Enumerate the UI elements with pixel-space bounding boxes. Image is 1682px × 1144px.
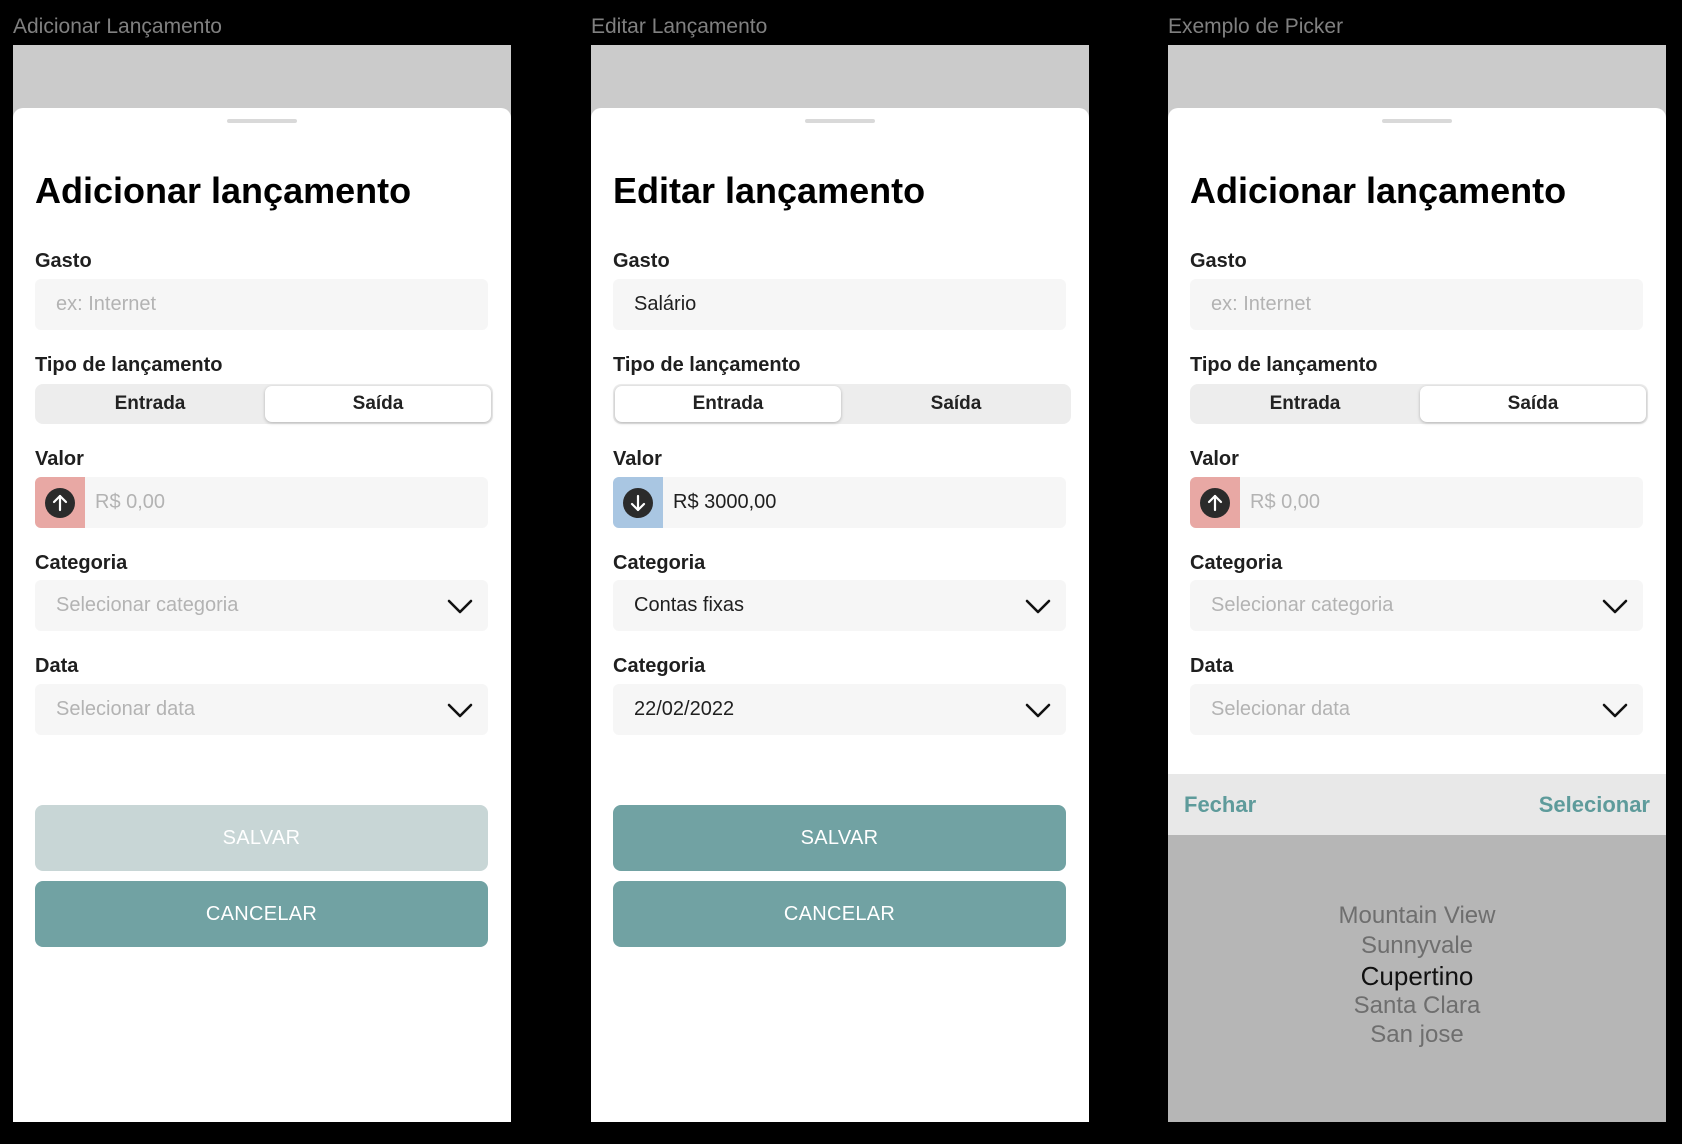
frame-label: Exemplo de Picker bbox=[1168, 15, 1344, 38]
tipo-label: Tipo de lançamento bbox=[35, 354, 223, 376]
picker-toolbar: Fechar Selecionar bbox=[1168, 774, 1666, 835]
data-value: 22/02/2022 bbox=[634, 698, 735, 720]
sheet-title: Adicionar lançamento bbox=[35, 170, 412, 211]
sheet-drag-handle[interactable] bbox=[1382, 119, 1452, 123]
picker-option[interactable]: San jose bbox=[1168, 1021, 1666, 1049]
valor-type-indicator[interactable] bbox=[1190, 477, 1240, 528]
valor-type-indicator[interactable] bbox=[35, 477, 85, 528]
gasto-placeholder: ex: Internet bbox=[1211, 293, 1312, 315]
picker-select-button[interactable]: Selecionar bbox=[1539, 774, 1650, 835]
segment-saida[interactable]: Saída bbox=[265, 386, 491, 422]
data-select[interactable]: 22/02/2022 bbox=[613, 684, 1066, 735]
gasto-input[interactable]: ex: Internet bbox=[1190, 279, 1643, 330]
data-label: Data bbox=[1190, 655, 1234, 677]
chevron-down-icon bbox=[1025, 599, 1051, 614]
gasto-label: Gasto bbox=[35, 250, 92, 272]
categoria-label: Categoria bbox=[1190, 552, 1283, 574]
segment-entrada[interactable]: Entrada bbox=[615, 386, 841, 422]
tipo-segmented-control: Entrada Saída bbox=[1190, 384, 1648, 424]
tipo-segmented-control: Entrada Saída bbox=[613, 384, 1071, 424]
picker-option[interactable]: Sunnyvale bbox=[1168, 932, 1666, 960]
cancel-button[interactable]: CANCELAR bbox=[35, 881, 488, 947]
picker-option[interactable]: Santa Clara bbox=[1168, 992, 1666, 1020]
bottom-sheet: Editar lançamento Gasto Salário Tipo de lan… bbox=[591, 108, 1089, 1122]
chevron-down-icon bbox=[1602, 599, 1628, 614]
categoria-select[interactable]: Contas fixas bbox=[613, 580, 1066, 631]
valor-type-indicator[interactable] bbox=[613, 477, 663, 528]
bottom-sheet: Adicionar lançamento Gasto ex: Internet Tip… bbox=[13, 108, 511, 1122]
phone-screen: Adicionar lançamento Gasto ex: Internet Tip… bbox=[1168, 45, 1666, 1122]
data-select[interactable]: Selecionar data bbox=[35, 684, 488, 735]
chevron-down-icon bbox=[447, 703, 473, 718]
gasto-label: Gasto bbox=[613, 250, 670, 272]
valor-label: Valor bbox=[1190, 448, 1239, 470]
picker-wheel[interactable]: Mountain View Sunnyvale Cupertino Santa Cla… bbox=[1168, 835, 1666, 1122]
gasto-placeholder: ex: Internet bbox=[56, 293, 157, 315]
tipo-label: Tipo de lançamento bbox=[613, 354, 801, 376]
valor-input[interactable]: R$ 3000,00 bbox=[613, 477, 1066, 528]
segment-saida[interactable]: Saída bbox=[843, 386, 1069, 422]
categoria-value: Contas fixas bbox=[634, 594, 745, 616]
data-select[interactable]: Selecionar data bbox=[1190, 684, 1643, 735]
picker-close-button[interactable]: Fechar bbox=[1184, 774, 1256, 835]
categoria-select[interactable]: Selecionar categoria bbox=[1190, 580, 1643, 631]
valor-label: Valor bbox=[613, 448, 662, 470]
segment-saida[interactable]: Saída bbox=[1420, 386, 1646, 422]
segment-entrada[interactable]: Entrada bbox=[37, 386, 263, 422]
valor-placeholder: R$ 0,00 bbox=[1250, 491, 1321, 513]
gasto-value: Salário bbox=[634, 293, 697, 315]
gasto-input[interactable]: ex: Internet bbox=[35, 279, 488, 330]
gasto-input[interactable]: Salário bbox=[613, 279, 1066, 330]
phone-screen: Adicionar lançamento Gasto ex: Internet Tip… bbox=[13, 45, 511, 1122]
data-label: Data bbox=[35, 655, 79, 677]
frame-label: Adicionar Lançamento bbox=[13, 15, 222, 38]
arrow-up-circle-icon bbox=[1200, 488, 1230, 518]
categoria-placeholder: Selecionar categoria bbox=[1211, 594, 1394, 616]
save-button[interactable]: SALVAR bbox=[613, 805, 1066, 871]
valor-input[interactable]: R$ 0,00 bbox=[35, 477, 488, 528]
save-button[interactable]: SALVAR bbox=[35, 805, 488, 871]
categoria-placeholder: Selecionar categoria bbox=[56, 594, 239, 616]
segment-entrada[interactable]: Entrada bbox=[1192, 386, 1418, 422]
data-label: Categoria bbox=[613, 655, 706, 677]
valor-value: R$ 3000,00 bbox=[673, 491, 777, 513]
sheet-title: Adicionar lançamento bbox=[1190, 170, 1567, 211]
phone-screen: Editar lançamento Gasto Salário Tipo de lan… bbox=[591, 45, 1089, 1122]
valor-placeholder: R$ 0,00 bbox=[95, 491, 166, 513]
sheet-drag-handle[interactable] bbox=[805, 119, 875, 123]
picker-option[interactable]: Cupertino bbox=[1168, 961, 1666, 992]
frame-label: Editar Lançamento bbox=[591, 15, 768, 38]
picker-option[interactable]: Mountain View bbox=[1168, 902, 1666, 930]
gasto-label: Gasto bbox=[1190, 250, 1247, 272]
categoria-label: Categoria bbox=[35, 552, 128, 574]
tipo-segmented-control: Entrada Saída bbox=[35, 384, 493, 424]
arrow-up-circle-icon bbox=[45, 488, 75, 518]
valor-input[interactable]: R$ 0,00 bbox=[1190, 477, 1643, 528]
arrow-down-circle-icon bbox=[623, 488, 653, 518]
chevron-down-icon bbox=[1602, 703, 1628, 718]
chevron-down-icon bbox=[447, 599, 473, 614]
chevron-down-icon bbox=[1025, 703, 1051, 718]
sheet-title: Editar lançamento bbox=[613, 170, 926, 211]
sheet-drag-handle[interactable] bbox=[227, 119, 297, 123]
data-placeholder: Selecionar data bbox=[56, 698, 195, 720]
categoria-label: Categoria bbox=[613, 552, 706, 574]
tipo-label: Tipo de lançamento bbox=[1190, 354, 1378, 376]
data-placeholder: Selecionar data bbox=[1211, 698, 1350, 720]
cancel-button[interactable]: CANCELAR bbox=[613, 881, 1066, 947]
categoria-select[interactable]: Selecionar categoria bbox=[35, 580, 488, 631]
valor-label: Valor bbox=[35, 448, 84, 470]
